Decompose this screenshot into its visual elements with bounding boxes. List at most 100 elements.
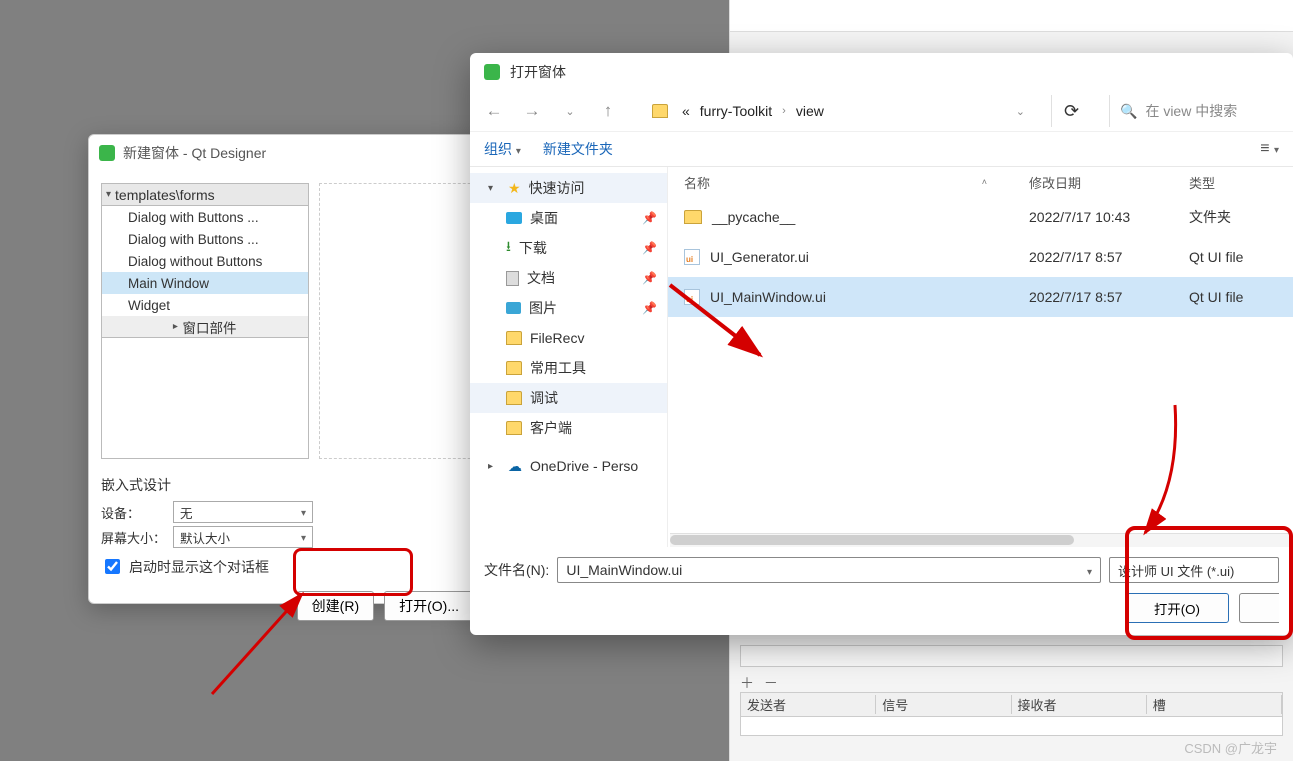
cancel-button-partial[interactable]	[1239, 593, 1279, 623]
refresh-button[interactable]: ⟳	[1051, 95, 1091, 127]
sidebar-onedrive[interactable]: ▸ ☁ OneDrive - Perso	[470, 451, 667, 481]
show-on-start-label: 启动时显示这个对话框	[129, 557, 269, 577]
pin-icon: 📌	[642, 271, 657, 285]
file-name: __pycache__	[712, 209, 795, 225]
col-name[interactable]: 名称˄	[668, 173, 1013, 192]
sidebar-desktop[interactable]: 桌面 📌	[470, 203, 667, 233]
minus-icon[interactable]: －	[764, 675, 778, 691]
sidebar-label: 桌面	[530, 208, 558, 228]
file-row[interactable]: UI_Generator.ui 2022/7/17 8:57Qt UI file	[668, 237, 1293, 277]
back-button[interactable]: ←	[484, 101, 504, 121]
file-type: Qt UI file	[1173, 249, 1293, 265]
file-open-dialog: 打开窗体 ← → ⌄ ↑ « furry-Toolkit › view ⌄ ⟳ …	[470, 53, 1293, 635]
sidebar-debug[interactable]: 调试	[470, 383, 667, 413]
sidebar-client[interactable]: 客户端	[470, 413, 667, 443]
template-item[interactable]: Dialog with Buttons ...	[102, 228, 308, 250]
template-item-main-window[interactable]: Main Window	[102, 272, 308, 294]
sidebar-quick-access[interactable]: ▾ ★ 快速访问	[470, 173, 667, 203]
plus-icon[interactable]: ＋	[740, 675, 754, 691]
file-row[interactable]: __pycache__2022/7/17 10:43文件夹	[668, 197, 1293, 237]
horizontal-scrollbar[interactable]	[670, 533, 1291, 547]
view-menu-icon[interactable]: ≡	[1260, 140, 1279, 158]
qt-app-icon	[484, 64, 500, 80]
bg-signals-grid: 发送者 信号 接收者 槽	[740, 692, 1283, 736]
chevron-down-icon: ▾	[488, 183, 500, 194]
crumb-furry-toolkit[interactable]: furry-Toolkit	[700, 103, 772, 119]
sidebar-label: 客户端	[530, 418, 572, 438]
forward-button[interactable]: →	[522, 101, 542, 121]
history-dropdown[interactable]: ⌄	[560, 105, 580, 118]
show-on-start-checkbox[interactable]	[105, 559, 120, 574]
sidebar-label: 文档	[527, 268, 555, 288]
templates-tree[interactable]: ▾ templates\forms Dialog with Buttons ..…	[101, 183, 309, 459]
sidebar-documents[interactable]: 文档 📌	[470, 263, 667, 293]
chevron-right-icon: ⌄	[1016, 105, 1025, 118]
chevron-down-icon	[301, 505, 306, 519]
search-placeholder: 在 view 中搜索	[1145, 101, 1237, 121]
open-file-button[interactable]: 打开(O)	[1125, 593, 1229, 623]
widgets-header[interactable]: ▾ 窗口部件	[102, 316, 308, 338]
file-name: UI_Generator.ui	[710, 249, 809, 265]
sidebar-label: OneDrive - Perso	[530, 458, 638, 474]
screen-size-select[interactable]: 默认大小	[173, 526, 313, 548]
open-button[interactable]: 打开(O)...	[384, 591, 474, 621]
chevron-right-icon: ›	[782, 105, 786, 117]
chevron-right-icon: ▾	[171, 324, 182, 329]
screen-size-label: 屏幕大小：	[101, 528, 173, 547]
qt-app-icon	[99, 145, 115, 161]
chevron-down-icon	[1274, 140, 1279, 157]
device-select[interactable]: 无	[173, 501, 313, 523]
file-date: 2022/7/17 8:57	[1013, 289, 1173, 305]
new-folder-button[interactable]: 新建文件夹	[543, 139, 613, 159]
document-icon	[506, 271, 519, 286]
template-item[interactable]: Dialog with Buttons ...	[102, 206, 308, 228]
filename-value: UI_MainWindow.ui	[566, 562, 682, 578]
col-signal[interactable]: 信号	[876, 695, 1011, 714]
chevron-down-icon	[1087, 562, 1092, 578]
filter-value: 设计师 UI 文件 (*.ui)	[1118, 561, 1234, 580]
template-item[interactable]: Widget	[102, 294, 308, 316]
sidebar-label: 下载	[519, 238, 547, 258]
organize-menu[interactable]: 组织	[484, 139, 521, 159]
col-sender[interactable]: 发送者	[741, 695, 876, 714]
desktop-icon	[506, 212, 522, 224]
filename-input[interactable]: UI_MainWindow.ui	[557, 557, 1101, 583]
col-date[interactable]: 修改日期	[1013, 173, 1173, 192]
filename-row: 文件名(N): UI_MainWindow.ui 设计师 UI 文件 (*.ui…	[484, 557, 1279, 583]
annotation-arrow-3	[1095, 405, 1185, 545]
filetype-filter[interactable]: 设计师 UI 文件 (*.ui)	[1109, 557, 1279, 583]
device-value: 无	[180, 503, 193, 522]
up-button[interactable]: ↑	[598, 101, 618, 121]
search-input[interactable]: 🔍 在 view 中搜索	[1109, 95, 1279, 127]
star-icon: ★	[508, 180, 521, 197]
filename-label: 文件名(N):	[484, 560, 549, 580]
sidebar-downloads[interactable]: ⭳下载📌	[470, 233, 667, 263]
file-nav-row: ← → ⌄ ↑ « furry-Toolkit › view ⌄ ⟳ 🔍 在 v…	[470, 91, 1293, 131]
bg-grid-header: 发送者 信号 接收者 槽	[741, 693, 1282, 717]
pin-icon: 📌	[642, 211, 657, 225]
qt-title-text: 新建窗体 - Qt Designer	[123, 143, 266, 163]
chevron-down-icon	[301, 530, 306, 544]
file-sidebar[interactable]: ▾ ★ 快速访问 桌面📌 ⭳下载📌 文档📌 图片📌 FileRecv 常用工具 …	[470, 167, 668, 547]
sidebar-tools[interactable]: 常用工具	[470, 353, 667, 383]
pin-icon: 📌	[642, 241, 657, 255]
col-receiver[interactable]: 接收者	[1012, 695, 1147, 714]
sidebar-label: FileRecv	[530, 330, 584, 346]
watermark: CSDN @广龙宇	[1184, 738, 1277, 757]
col-slot[interactable]: 槽	[1147, 695, 1282, 714]
breadcrumb[interactable]: « furry-Toolkit › view ⌄	[636, 95, 1033, 127]
sidebar-filerecv[interactable]: FileRecv	[470, 323, 667, 353]
crumb-view[interactable]: view	[796, 103, 824, 119]
sidebar-pictures[interactable]: 图片📌	[470, 293, 667, 323]
folder-icon	[652, 104, 668, 118]
organize-label: 组织	[484, 141, 512, 157]
sidebar-label: 调试	[530, 388, 558, 408]
crumb-root[interactable]: «	[682, 103, 690, 119]
file-date: 2022/7/17 8:57	[1013, 249, 1173, 265]
col-type[interactable]: 类型	[1173, 173, 1293, 192]
chevron-down-icon	[516, 141, 521, 157]
template-item[interactable]: Dialog without Buttons	[102, 250, 308, 272]
templates-forms-header[interactable]: ▾ templates\forms	[102, 184, 308, 206]
folder-icon	[506, 391, 522, 405]
folder-icon	[684, 210, 702, 224]
